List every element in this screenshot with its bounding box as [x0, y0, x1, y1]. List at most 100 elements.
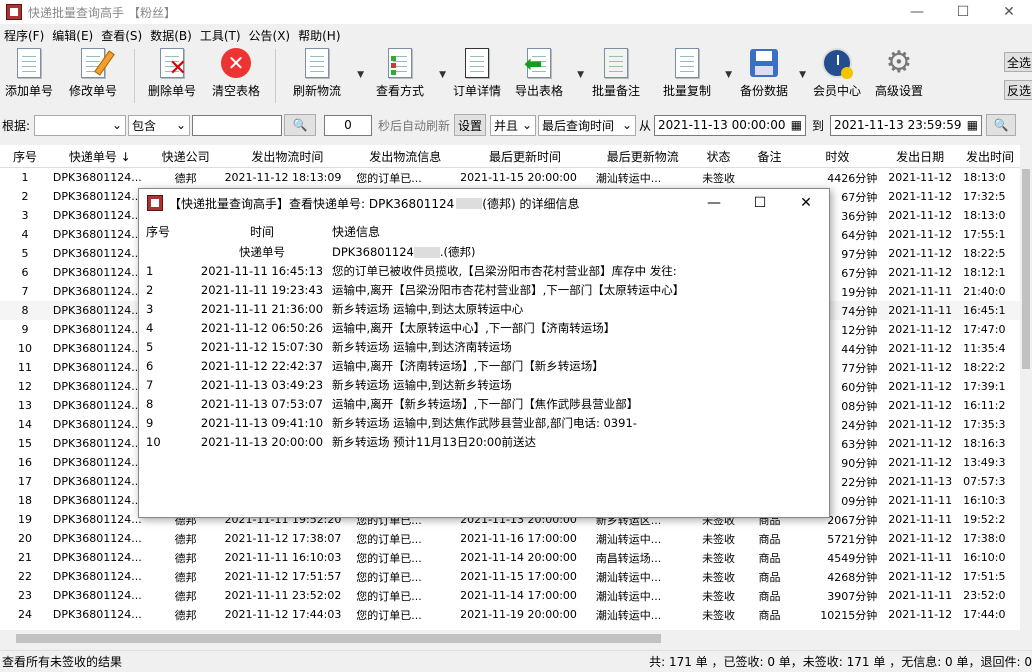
chevron-down-icon[interactable]: ▼	[799, 70, 806, 80]
table-row[interactable]: 22 DPK36801124... 德邦 2021-11-12 17:51:57 您的订…	[0, 567, 1020, 586]
dialog-minimize-button[interactable]: —	[691, 189, 737, 217]
subheader-value: DPK36801124 .(德邦)	[332, 244, 476, 259]
col-header[interactable]: 最后更新时间	[457, 148, 593, 165]
table-cell: 您的订单已...	[356, 171, 422, 185]
detail-row[interactable]: 2 2021-11-11 19:23:43 运输中,离开【吕梁汾阳市杏花村营业部】,…	[140, 280, 828, 299]
col-header[interactable]: 快递公司	[150, 148, 222, 165]
advanced-settings-button[interactable]: ⚙ 高级设置	[866, 46, 932, 106]
export-table-button[interactable]: ⬅ 导出表格 ▼	[506, 46, 584, 106]
menu-notice[interactable]: 公告(X)	[245, 27, 295, 44]
detail-cell: 新乡转运场 运输中,到达太原转运中心	[332, 301, 524, 316]
minimize-button[interactable]: —	[894, 0, 940, 24]
col-header[interactable]: 发出物流时间	[222, 148, 354, 165]
chevron-down-icon[interactable]: ▼	[725, 70, 732, 80]
col-header[interactable]: 发出时间	[960, 148, 1020, 165]
chevron-down-icon[interactable]: ▼	[357, 70, 364, 80]
detail-cell: 10	[146, 434, 161, 449]
table-cell: 16:45:1	[963, 304, 1006, 317]
col-header[interactable]: 时效	[794, 148, 880, 165]
table-cell: 4268分钟	[827, 570, 878, 584]
table-cell: DPK36801124...	[52, 380, 142, 393]
detail-row[interactable]: 9 2021-11-13 09:41:10 新乡转运场 运输中,到达焦作武陟县营业部…	[140, 413, 828, 432]
edit-button[interactable]: 修改单号	[58, 46, 128, 106]
detail-row[interactable]: 10 2021-11-13 20:00:00 新乡转运场 预计11月13日20:00…	[140, 432, 828, 451]
match-select[interactable]: 包含 ⌄	[128, 114, 190, 136]
table-cell: 07:57:3	[963, 475, 1006, 488]
menu-edit[interactable]: 编辑(E)	[48, 27, 97, 44]
member-center-button[interactable]: 会员中心	[808, 46, 866, 106]
col-header[interactable]: 备注	[745, 148, 795, 165]
date-search-button[interactable]: 🔍	[986, 114, 1017, 136]
detail-cell: 新乡转运场 运输中,到达济南转运场	[332, 339, 512, 354]
table-row[interactable]: 21 DPK36801124... 德邦 2021-11-11 16:10:03 您的订…	[0, 548, 1020, 567]
menu-tools[interactable]: 工具(T)	[196, 27, 245, 44]
chevron-down-icon[interactable]: ▼	[577, 70, 584, 80]
menu-data[interactable]: 数据(B)	[146, 27, 196, 44]
invert-selection-button[interactable]: 反选	[1004, 80, 1032, 100]
table-row[interactable]: 1 DPK36801124... 德邦 2021-11-12 18:13:09 您的订单…	[0, 168, 1020, 187]
keyword-input[interactable]	[192, 114, 282, 136]
backup-data-button[interactable]: 备份数据 ▼	[734, 46, 806, 106]
col-header[interactable]: 发出物流信息	[353, 148, 457, 165]
col-header[interactable]: 快递单号 ↓	[50, 148, 150, 165]
menu-view[interactable]: 查看(S)	[97, 27, 146, 44]
seconds-input[interactable]: 0	[324, 114, 372, 136]
add-button[interactable]: 添加单号	[0, 46, 58, 106]
calendar-icon[interactable]: ▦	[791, 118, 802, 132]
detail-row[interactable]: 6 2021-11-12 22:42:37 运输中,离开【济南转运场】,下一部门【新…	[140, 356, 828, 375]
detail-row[interactable]: 1 2021-11-11 16:45:13 您的订单已被收件员揽收,【吕梁汾阳市杏花…	[140, 261, 828, 280]
export-arrow-icon: ⬅	[524, 46, 554, 79]
detail-row[interactable]: 4 2021-11-12 06:50:26 运输中,离开【太原转运中心】,下一部门【…	[140, 318, 828, 337]
view-mode-button[interactable]: 查看方式 ▼	[366, 46, 446, 106]
detail-row[interactable]: 5 2021-11-12 15:07:30 新乡转运场 运输中,到达济南转运场	[140, 337, 828, 356]
scroll-thumb[interactable]	[16, 634, 661, 643]
dialog-close-button[interactable]: ✕	[783, 189, 829, 217]
field-select[interactable]: ⌄	[34, 114, 126, 136]
menu-help[interactable]: 帮助(H)	[294, 27, 344, 44]
batch-note-button[interactable]: 批量备注	[586, 46, 646, 106]
select-all-button[interactable]: 全选	[1004, 52, 1032, 72]
col-header[interactable]: 状态	[693, 148, 745, 165]
order-detail-button[interactable]: 订单详情	[448, 46, 506, 106]
to-date-input[interactable]: 2021-11-13 23:59:59 ▦	[830, 114, 983, 136]
app-logo-icon	[6, 4, 22, 20]
detail-row[interactable]: 3 2021-11-11 21:36:00 新乡转运场 运输中,到达太原转运中心	[140, 299, 828, 318]
horizontal-scrollbar[interactable]	[0, 630, 1020, 647]
refresh-logistics-button[interactable]: 刷新物流 ▼	[282, 46, 364, 106]
table-cell: 4549分钟	[827, 551, 878, 565]
maximize-button[interactable]: ☐	[940, 0, 986, 24]
col-header[interactable]: 最后更新物流	[593, 148, 693, 165]
dialog-maximize-button[interactable]: ☐	[737, 189, 783, 217]
close-button[interactable]: ✕	[986, 0, 1032, 24]
table-cell: 21	[17, 551, 32, 564]
and-or-select[interactable]: 并且 ⌄	[490, 114, 537, 136]
search-button[interactable]: 🔍	[284, 114, 316, 136]
table-row[interactable]: 20 DPK36801124... 德邦 2021-11-12 17:38:07 您的订…	[0, 529, 1020, 548]
batch-copy-button[interactable]: 批量复制 ▼	[654, 46, 732, 106]
time-field-select[interactable]: 最后查询时间 ⌄	[538, 114, 637, 136]
detail-row[interactable]: 8 2021-11-13 07:53:07 运输中,离开【新乡转运场】,下一部门【焦…	[140, 394, 828, 413]
clear-table-button[interactable]: ✕ 清空表格	[203, 46, 269, 106]
col-header[interactable]: 发出日期	[880, 148, 960, 165]
table-row[interactable]: 24 DPK36801124... 德邦 2021-11-12 17:44:03 您的订…	[0, 605, 1020, 624]
table-cell: DPK36801124...	[52, 228, 142, 241]
table-cell: 24	[17, 608, 32, 621]
window-title: 快递批量查询高手	[28, 5, 125, 20]
scroll-thumb[interactable]	[1022, 169, 1030, 369]
table-cell: 2021-11-12	[888, 380, 953, 393]
delete-button[interactable]: ✕ 删除单号	[141, 46, 203, 106]
chevron-down-icon[interactable]: ▼	[439, 70, 446, 80]
col-header[interactable]: 序号	[0, 148, 50, 165]
table-cell: 德邦	[174, 551, 197, 565]
table-cell: DPK36801124...	[52, 532, 142, 545]
table-cell: 2021-11-12	[888, 342, 953, 355]
set-button[interactable]: 设置	[454, 114, 487, 136]
calendar-icon[interactable]: ▦	[967, 118, 978, 132]
vertical-scrollbar[interactable]	[1020, 145, 1032, 630]
detail-row[interactable]: 7 2021-11-13 03:49:23 新乡转运场 运输中,到达新乡转运场	[140, 375, 828, 394]
from-date-input[interactable]: 2021-11-13 00:00:00 ▦	[654, 114, 807, 136]
table-cell: 未签收	[702, 608, 736, 622]
menu-program[interactable]: 程序(F)	[0, 27, 48, 44]
table-row[interactable]: 23 DPK36801124... 德邦 2021-11-11 23:52:02 您的订…	[0, 586, 1020, 605]
table-cell: 21:40:0	[963, 285, 1006, 298]
